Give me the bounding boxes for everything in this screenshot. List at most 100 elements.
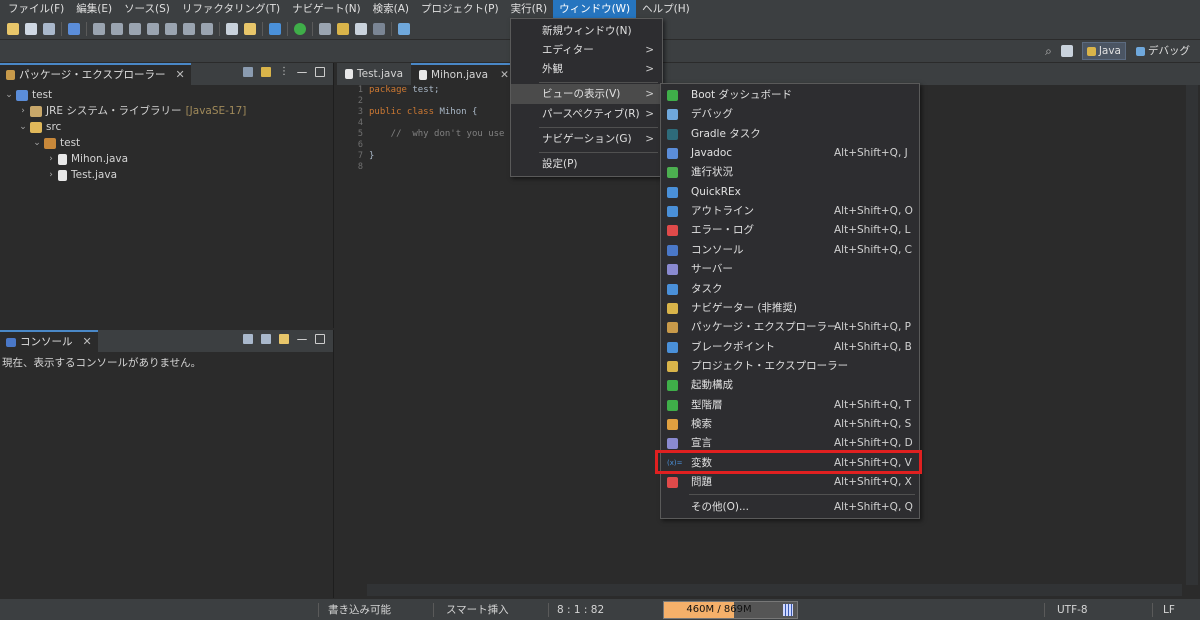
menu-item-preferences[interactable]: 設定(P) [511,154,662,174]
menu-navigate[interactable]: ナビゲート(N) [286,0,367,18]
expanded-chevron-icon[interactable]: ⌄ [18,119,28,135]
status-encoding[interactable]: UTF-8 [1057,602,1088,618]
close-icon[interactable]: ✕ [175,64,184,86]
menu-item-appearance[interactable]: 外観 > [511,59,662,79]
menu-item-editor[interactable]: エディター > [511,40,662,60]
debug-icon[interactable] [398,22,410,35]
perspective-java[interactable]: Java [1081,42,1126,60]
view-menu-item[interactable]: ブレークポイント Alt+Shift+Q, B [662,338,918,357]
suspend-icon[interactable] [111,22,123,35]
pin-console-icon[interactable] [261,334,271,344]
status-line-ending[interactable]: LF [1163,602,1175,618]
menu-item-new-window[interactable]: 新規ウィンドウ(N) [511,21,662,41]
view-menu-icon[interactable]: ⋮ [279,67,289,77]
garbage-collect-icon[interactable] [783,604,793,616]
menu-file[interactable]: ファイル(F) [2,0,70,18]
view-menu-item[interactable]: Javadoc Alt+Shift+Q, J [662,144,918,163]
link-with-editor-icon[interactable] [261,67,271,77]
resume-icon[interactable] [93,22,105,35]
view-menu-item[interactable]: ナビゲーター (非推奨) [662,299,918,318]
perspective-debug[interactable]: デバッグ [1132,42,1194,60]
save-icon[interactable] [25,22,37,35]
expanded-chevron-icon[interactable]: ⌄ [32,135,42,151]
menu-project[interactable]: プロジェクト(P) [415,0,505,18]
menu-window[interactable]: ウィンドウ(W) [553,0,637,18]
skip-breakpoints-icon[interactable] [319,22,331,35]
vertical-scrollbar[interactable] [1186,85,1198,585]
heap-status[interactable]: 460M / 869M [663,601,798,619]
collapse-all-icon[interactable] [243,67,253,77]
view-menu-item[interactable]: 問題 Alt+Shift+Q, X [662,473,918,492]
tree-item-test[interactable]: › Test.java [0,167,333,183]
tab-test-java[interactable]: Test.java [337,63,411,85]
menu-search[interactable]: 検索(A) [367,0,415,18]
menu-edit[interactable]: 編集(E) [70,0,118,18]
view-menu-item[interactable]: エラー・ログ Alt+Shift+Q, L [662,221,918,240]
terminate-icon[interactable] [129,22,141,35]
tab-package-explorer[interactable]: パッケージ・エクスプローラー ✕ [0,63,191,85]
horizontal-scrollbar[interactable] [367,584,1182,596]
new-icon[interactable] [7,22,19,35]
mark-icon[interactable] [337,22,349,35]
view-icon [667,438,678,450]
tree-item-package[interactable]: ⌄ test [0,135,333,151]
menu-item-perspective[interactable]: パースペクティブ(R) > [511,104,662,124]
view-menu-item[interactable]: QuickREx [662,183,918,202]
open-console-icon[interactable] [279,334,289,344]
tree-item-mihon[interactable]: › Mihon.java [0,151,333,167]
view-menu-item[interactable]: 進行状況 [662,163,918,182]
menu-help[interactable]: ヘルプ(H) [636,0,696,18]
save-all-icon[interactable] [43,22,55,35]
view-menu-item[interactable]: 起動構成 [662,376,918,395]
search-icon[interactable]: ⌕ [1045,44,1052,59]
minimize-icon[interactable] [297,67,307,73]
maximize-icon[interactable] [315,67,325,77]
tree-item-jre[interactable]: › JRE システム・ライブラリー [JavaSE-17] [0,103,333,119]
expanded-chevron-icon[interactable]: ⌄ [4,87,14,103]
collapsed-chevron-icon[interactable]: › [46,167,56,183]
tree-item-project[interactable]: ⌄ test [0,87,333,103]
view-menu-item[interactable]: デバッグ [662,105,918,124]
view-menu-item[interactable]: コンソール Alt+Shift+Q, C [662,241,918,260]
menu-run[interactable]: 実行(R) [505,0,554,18]
step-into-icon[interactable] [165,22,177,35]
view-menu-item[interactable]: 検索 Alt+Shift+Q, S [662,415,918,434]
view-menu-item[interactable]: アウトライン Alt+Shift+Q, O [662,202,918,221]
view-menu-item[interactable]: パッケージ・エクスプローラー Alt+Shift+Q, P [662,318,918,337]
step-return-icon[interactable] [201,22,213,35]
tab-mihon-java[interactable]: Mihon.java ✕ [411,63,517,85]
block-selection-icon[interactable] [355,22,367,35]
view-menu-item[interactable]: Gradle タスク [662,125,918,144]
drop-to-frame-icon[interactable] [244,22,256,35]
tab-console[interactable]: コンソール ✕ [0,330,98,352]
view-menu-item[interactable]: サーバー [662,260,918,279]
window-menu-dropdown: 新規ウィンドウ(N) エディター > 外観 > ビューの表示(V) > パースペクティ… [510,18,663,177]
view-menu-item[interactable]: 型階層 Alt+Shift+Q, T [662,396,918,415]
line-number: 4 [357,118,363,128]
menu-item-show-view[interactable]: ビューの表示(V) > [511,84,662,104]
open-perspective-icon[interactable] [1060,45,1073,57]
boot-icon[interactable] [294,22,306,35]
minimize-icon[interactable] [297,334,307,340]
disconnect-icon[interactable] [147,22,159,35]
tree-item-src[interactable]: ⌄ src [0,119,333,135]
step-over-icon[interactable] [183,22,195,35]
close-icon[interactable]: ✕ [83,331,92,353]
view-menu-item[interactable]: プロジェクト・エクスプローラー [662,357,918,376]
menu-refactor[interactable]: リファクタリング(T) [176,0,286,18]
line-number: 5 [357,129,363,139]
whitespace-icon[interactable] [373,22,385,35]
menu-source[interactable]: ソース(S) [118,0,176,18]
menu-item-navigation[interactable]: ナビゲーション(G) > [511,129,662,149]
maximize-icon[interactable] [315,334,325,344]
gear-icon[interactable] [269,22,281,35]
terminal-icon[interactable] [68,22,80,35]
collapsed-chevron-icon[interactable]: › [46,151,56,167]
collapsed-chevron-icon[interactable]: › [18,103,28,119]
view-menu-item[interactable]: Boot ダッシュボード [662,86,918,105]
list-icon[interactable] [226,22,238,35]
view-menu-item[interactable]: タスク [662,280,918,299]
close-icon[interactable]: ✕ [500,64,509,86]
display-console-icon[interactable] [243,334,253,344]
view-menu-item[interactable]: その他(O)... Alt+Shift+Q, Q [662,498,918,517]
